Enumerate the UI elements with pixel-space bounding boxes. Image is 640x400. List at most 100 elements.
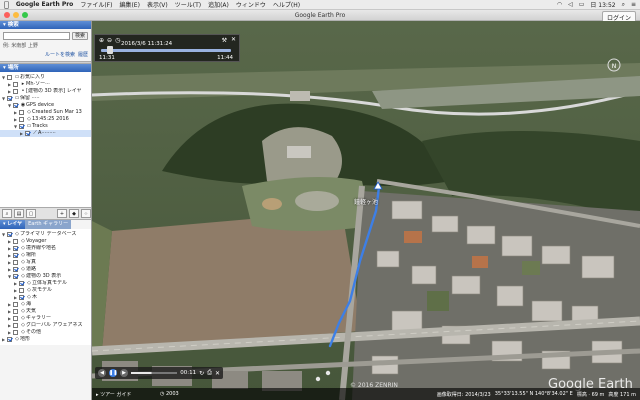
checkbox[interactable] bbox=[13, 103, 18, 108]
wifi-icon[interactable]: ◠ bbox=[557, 1, 562, 8]
search-in-places-button[interactable]: ⌕ bbox=[2, 209, 12, 218]
checkbox[interactable] bbox=[13, 267, 18, 272]
place-label[interactable]: 鐘軽ヶ池 bbox=[354, 197, 378, 206]
zoom-in-icon[interactable]: ⊕ bbox=[99, 37, 104, 44]
checkbox[interactable] bbox=[13, 274, 18, 279]
menu-add[interactable]: 追加(A) bbox=[208, 0, 229, 9]
layer-item[interactable]: ▶ ◇ 場所 bbox=[0, 252, 91, 259]
menu-view[interactable]: 表示(V) bbox=[147, 0, 168, 9]
tab-layers[interactable]: ▾ レイヤ bbox=[0, 220, 26, 229]
add-folder-button[interactable]: ▢ bbox=[26, 209, 36, 218]
checkbox[interactable] bbox=[13, 302, 18, 307]
item-label: [建物の 3D 表示] レイヤ bbox=[26, 88, 82, 94]
menu-help[interactable]: ヘルプ(H) bbox=[273, 0, 300, 9]
checkbox[interactable] bbox=[13, 246, 18, 251]
layer-item[interactable]: ▶ ◇ 木 bbox=[0, 294, 91, 301]
places-item[interactable]: ▶ ⟋ A········· bbox=[0, 130, 91, 137]
layer-item[interactable]: ▶ ◇ グローバル アウェアネス bbox=[0, 322, 91, 329]
checkbox[interactable] bbox=[25, 131, 30, 136]
checkbox[interactable] bbox=[13, 239, 18, 244]
tour-guide-toggle[interactable]: ▸ ツアー ガイド bbox=[96, 391, 131, 398]
more-options-button[interactable]: ⁘ bbox=[81, 209, 91, 218]
player-timeline[interactable] bbox=[101, 49, 231, 52]
battery-icon[interactable]: ▭ bbox=[579, 1, 585, 8]
layer-item[interactable]: ▼ ◇ プライマリ データベース bbox=[0, 231, 91, 238]
search-button[interactable]: 検索 bbox=[71, 32, 88, 40]
aerial-imagery[interactable]: N bbox=[92, 21, 640, 400]
menu-edit[interactable]: 編集(E) bbox=[119, 0, 139, 9]
checkbox[interactable] bbox=[13, 89, 18, 94]
tab-earth-gallery[interactable]: Earth ギャラリー bbox=[25, 220, 72, 229]
layer-item[interactable]: ▶ ◇ 天気 bbox=[0, 308, 91, 315]
move-up-button[interactable]: + bbox=[57, 209, 67, 218]
checkbox[interactable] bbox=[13, 253, 18, 258]
menu-tools[interactable]: ツール(T) bbox=[175, 0, 201, 9]
places-item[interactable]: ▼ ▭ 保留 ····· bbox=[0, 95, 91, 102]
places-panel-header[interactable]: ▾ 場所 bbox=[0, 64, 91, 72]
checkbox[interactable] bbox=[13, 316, 18, 321]
layer-item[interactable]: ▶ ◇ 道路 bbox=[0, 266, 91, 273]
close-icon[interactable]: ✕ bbox=[231, 36, 236, 43]
list-icon[interactable]: ≡ bbox=[631, 1, 636, 8]
show-list-button[interactable]: ▤ bbox=[14, 209, 24, 218]
checkbox[interactable] bbox=[13, 309, 18, 314]
places-item[interactable]: ▼ ▭ Tracks bbox=[0, 123, 91, 130]
checkbox[interactable] bbox=[19, 117, 24, 122]
layer-item[interactable]: ▶ ◇ 灰モデル bbox=[0, 287, 91, 294]
places-item[interactable]: ▶ ▸ Mh·ソー··· bbox=[0, 81, 91, 88]
checkbox[interactable] bbox=[13, 260, 18, 265]
search-icon[interactable]: ⌕ bbox=[622, 1, 625, 9]
layer-item[interactable]: ▶ ◇ Voyager bbox=[0, 238, 91, 245]
earth-3d-view[interactable]: N 鐘軽ヶ池 © 2016 ZENRIN Google Earth bbox=[92, 21, 640, 400]
layer-item[interactable]: ▼ ◇ 建物の 3D 表示 bbox=[0, 273, 91, 280]
checkbox[interactable] bbox=[13, 330, 18, 335]
checkbox[interactable] bbox=[7, 232, 12, 237]
places-item[interactable]: ▶ ◇ Created Sun Mar 13 bbox=[0, 109, 91, 116]
layer-item[interactable]: ▶ ◇ 地形 bbox=[0, 336, 91, 343]
places-item[interactable]: ▼ ▭ お気に入り bbox=[0, 74, 91, 81]
search-panel-header[interactable]: ▾ 検索 bbox=[0, 21, 91, 29]
layer-item[interactable]: ▶ ◇ 境界線や地名 bbox=[0, 245, 91, 252]
places-item[interactable]: ▶ ◇ 13:45:25 2016 bbox=[0, 116, 91, 123]
layer-item[interactable]: ▶ ◇ 立体写真モデル bbox=[0, 280, 91, 287]
checkbox[interactable] bbox=[19, 124, 24, 129]
layer-item[interactable]: ▶ ◇ ギャラリー bbox=[0, 315, 91, 322]
rewind-icon[interactable]: ◀ bbox=[98, 369, 106, 377]
checkbox[interactable] bbox=[7, 337, 12, 342]
checkbox[interactable] bbox=[19, 288, 24, 293]
wrench-icon[interactable]: ⚒ bbox=[222, 37, 227, 44]
gps-playback-control: ⊕ ⊖ ◷ 2016/3/6 11:31:24 ⚒ ✕ 11:31 11:44 bbox=[94, 34, 240, 62]
historical-imagery-year[interactable]: ◷ 2003 bbox=[160, 391, 179, 397]
zoom-out-icon[interactable]: ⊖ bbox=[107, 37, 112, 44]
menu-app-name[interactable]: Google Earth Pro bbox=[16, 1, 74, 8]
layer-item[interactable]: ▶ ◇ その他 bbox=[0, 329, 91, 336]
pause-button[interactable]: ❚❚ bbox=[109, 369, 117, 377]
player-timeline-handle[interactable] bbox=[107, 46, 114, 54]
history-link[interactable]: 履歴 bbox=[78, 51, 88, 58]
layer-item[interactable]: ▶ ◇ 写真 bbox=[0, 259, 91, 266]
places-item[interactable]: ▼ ◉ GPS device bbox=[0, 102, 91, 109]
checkbox[interactable] bbox=[13, 82, 18, 87]
route-link[interactable]: ルートを検索 bbox=[45, 51, 75, 58]
checkbox[interactable] bbox=[7, 96, 12, 101]
checkbox[interactable] bbox=[13, 323, 18, 328]
move-down-button[interactable]: ◆ bbox=[69, 209, 79, 218]
time-icon[interactable]: ◷ bbox=[115, 37, 120, 44]
search-input[interactable] bbox=[3, 32, 70, 40]
checkbox[interactable] bbox=[19, 295, 24, 300]
apple-icon[interactable]:  bbox=[4, 0, 9, 10]
forward-icon[interactable]: ▶ bbox=[120, 369, 128, 377]
checkbox[interactable] bbox=[7, 75, 12, 80]
layer-item[interactable]: ▶ ◇ 海 bbox=[0, 301, 91, 308]
save-icon[interactable]: ⎙ bbox=[207, 369, 212, 377]
tour-progress[interactable] bbox=[131, 372, 178, 374]
menu-clock[interactable]: 日 13:52 bbox=[590, 0, 615, 9]
volume-icon[interactable]: ◁ bbox=[568, 1, 573, 8]
menu-file[interactable]: ファイル(F) bbox=[80, 0, 112, 9]
close-tour-icon[interactable]: ✕ bbox=[215, 370, 220, 377]
checkbox[interactable] bbox=[19, 110, 24, 115]
menu-window[interactable]: ウィンドウ bbox=[236, 0, 266, 9]
repeat-icon[interactable]: ↻ bbox=[199, 370, 204, 377]
checkbox[interactable] bbox=[19, 281, 24, 286]
places-item[interactable]: ▶ • [建物の 3D 表示] レイヤ bbox=[0, 88, 91, 95]
